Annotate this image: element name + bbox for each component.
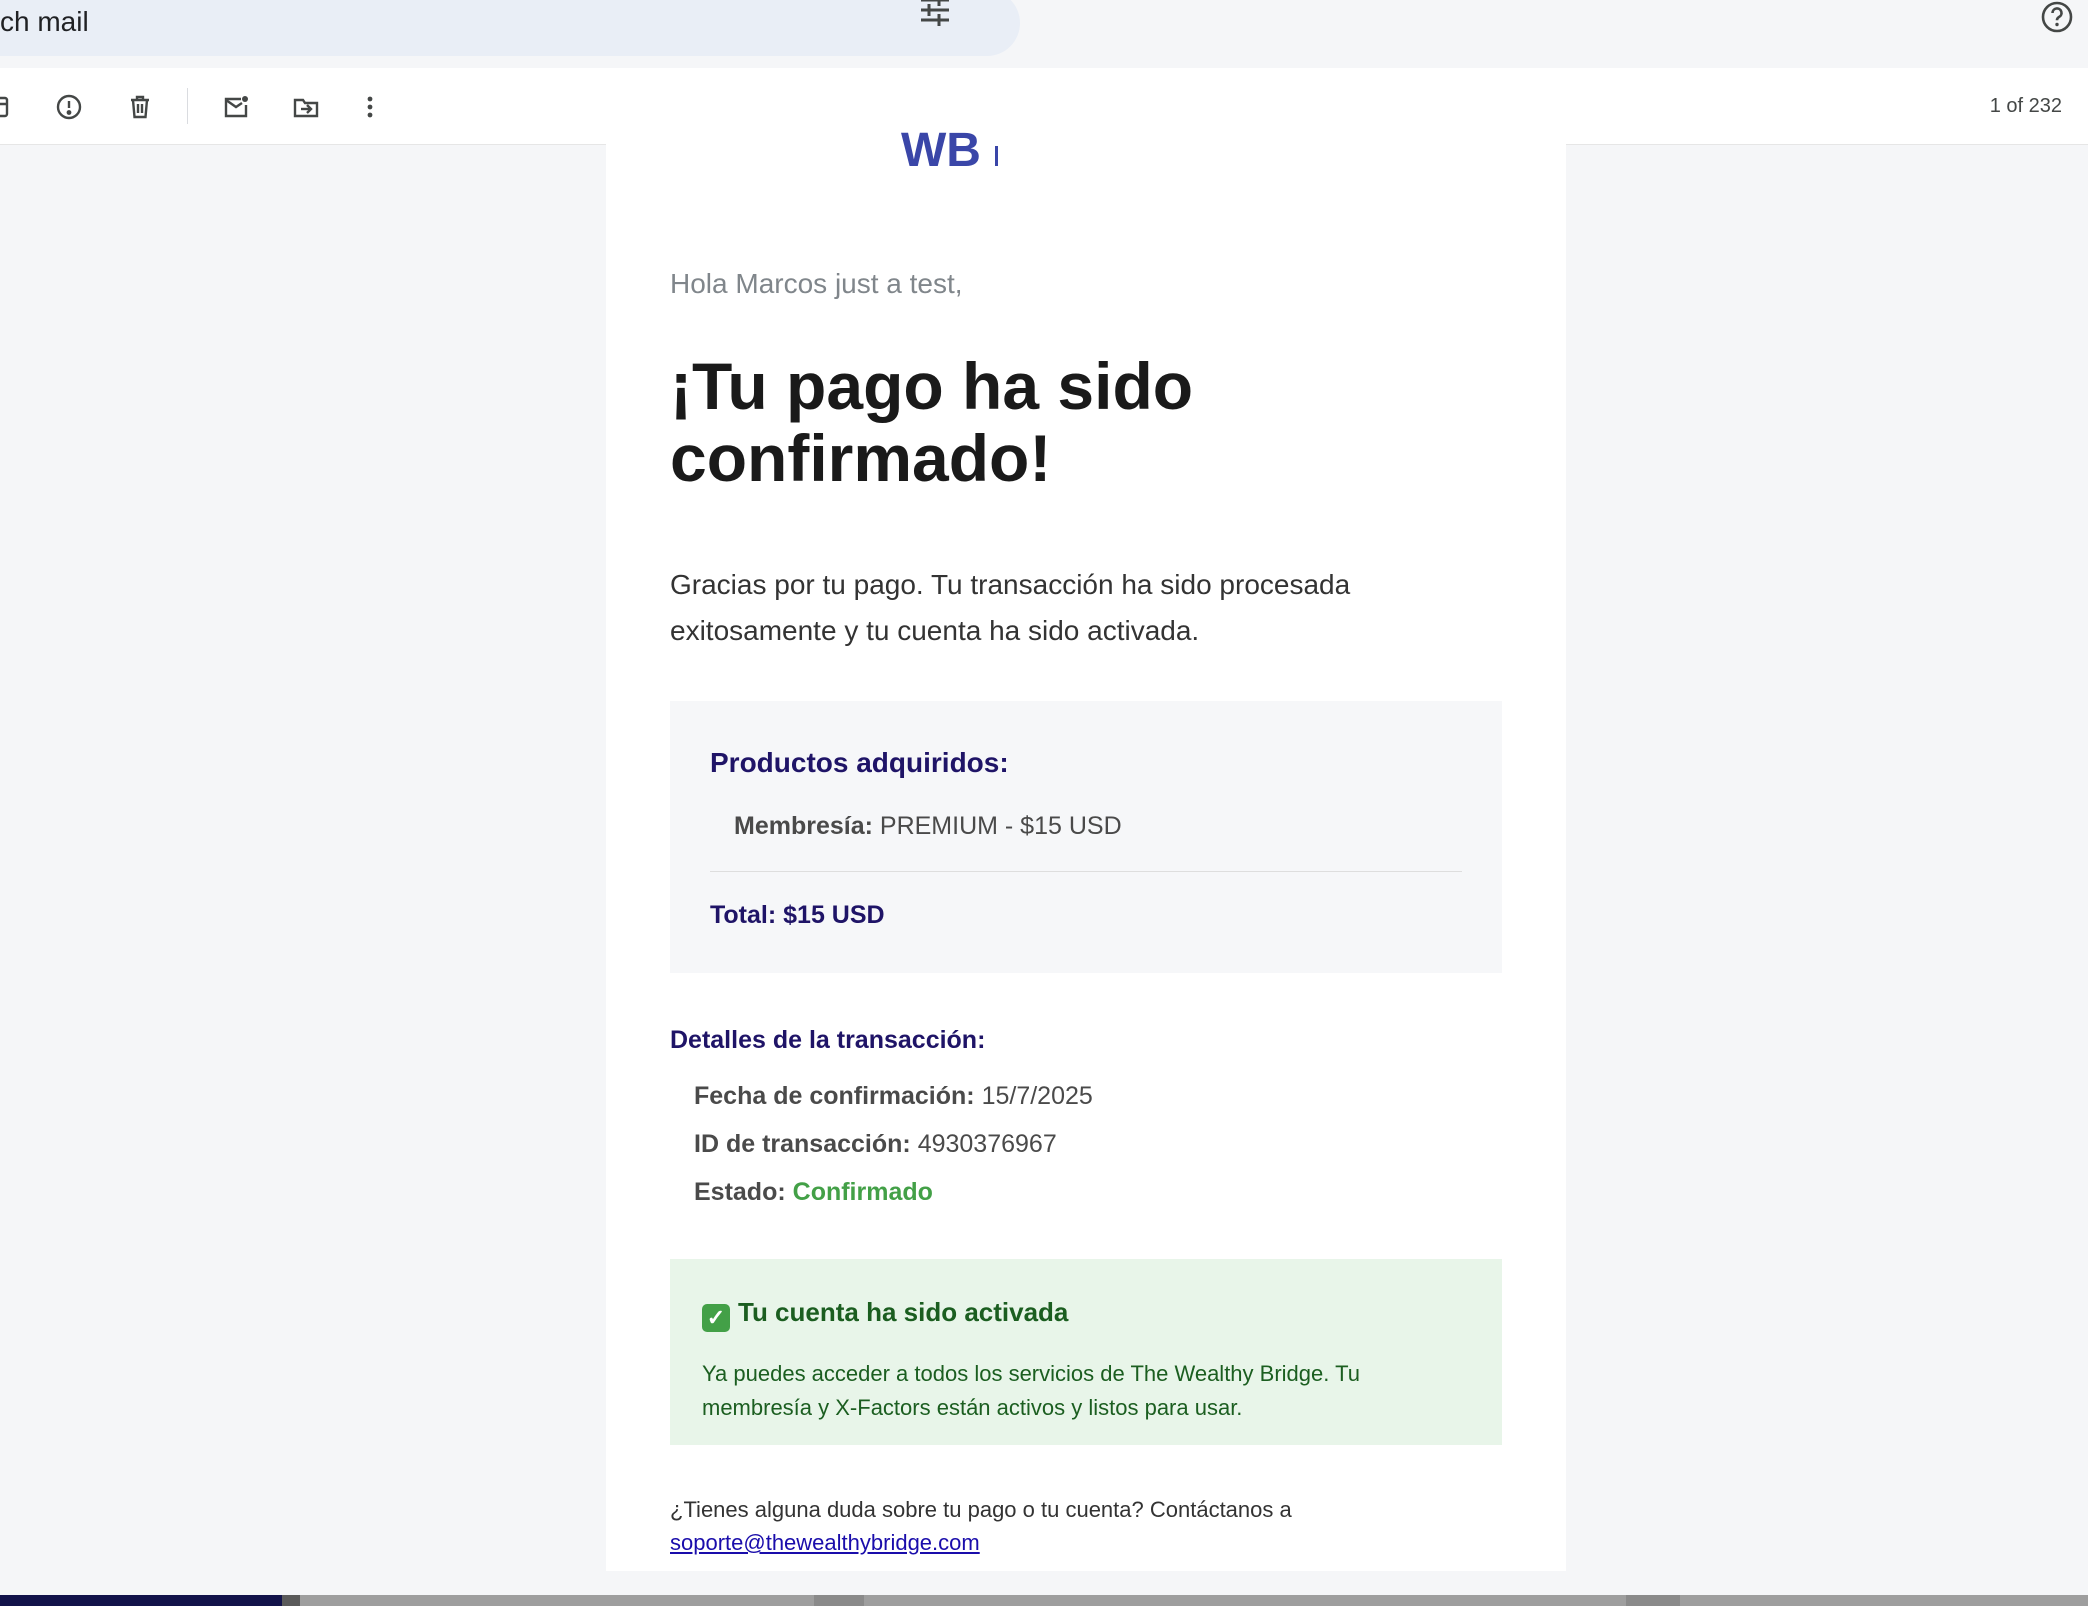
- page-title: ¡Tu pago ha sido confirmado!: [670, 349, 1194, 495]
- detail-id-row: ID de transacción: 4930376967: [694, 1130, 1057, 1159]
- products-box: Productos adquiridos: Membresía: PREMIUM…: [670, 701, 1502, 973]
- products-heading: Productos adquiridos:: [710, 747, 1009, 778]
- product-item: Membresía: PREMIUM - $15 USD: [734, 812, 1122, 841]
- message-counter: 1 of 232: [1989, 95, 2062, 117]
- move-to-icon[interactable]: [291, 92, 321, 122]
- archive-icon[interactable]: [0, 92, 12, 122]
- taskbar-strip: [0, 1595, 2088, 1606]
- footer-contact: ¿Tienes alguna duda sobre tu pago o tu c…: [670, 1493, 1390, 1559]
- detail-id-label: ID de transacción:: [694, 1130, 911, 1158]
- help-icon[interactable]: [2040, 0, 2074, 34]
- products-total: Total: $15 USD: [710, 901, 885, 929]
- activation-title-row: ✓ Tu cuenta ha sido activada: [702, 1297, 1068, 1332]
- detail-status-label: Estado:: [694, 1178, 786, 1206]
- more-options-icon[interactable]: [355, 92, 385, 122]
- email-body: WB Hola Marcos just a test, ¡Tu pago ha …: [606, 132, 1566, 1571]
- support-email-link[interactable]: soporte@thewealthybridge.com: [670, 1530, 980, 1555]
- search-options-icon[interactable]: [917, 0, 953, 28]
- activation-notice: ✓ Tu cuenta ha sido activada Ya puedes ac…: [670, 1259, 1502, 1445]
- detail-date-value: 15/7/2025: [981, 1082, 1093, 1110]
- activation-title: Tu cuenta ha sido activada: [738, 1297, 1069, 1327]
- activation-body: Ya puedes acceder a todos los servicios …: [702, 1361, 1360, 1420]
- detail-date-row: Fecha de confirmación: 15/7/2025: [694, 1082, 1093, 1111]
- message-toolbar: 1 of 232: [0, 68, 2088, 145]
- details-heading: Detalles de la transacción:: [670, 1026, 986, 1054]
- footer-question: ¿Tienes alguna duda sobre tu pago o tu c…: [670, 1497, 1292, 1522]
- brand-logo: WB: [901, 132, 1011, 172]
- product-item-value: PREMIUM - $15 USD: [879, 812, 1122, 840]
- intro-text: Gracias por tu pago. Tu transacción ha s…: [670, 569, 1351, 646]
- search-input[interactable]: ch mail: [0, 6, 89, 38]
- check-icon: ✓: [702, 1304, 730, 1332]
- detail-date-label: Fecha de confirmación:: [694, 1082, 975, 1110]
- top-bar: ch mail: [0, 0, 2088, 68]
- detail-id-value: 4930376967: [917, 1130, 1057, 1158]
- search-bar[interactable]: ch mail: [0, 0, 1020, 56]
- status-badge: Confirmado: [792, 1178, 933, 1206]
- product-item-label: Membresía:: [734, 812, 873, 840]
- report-spam-icon[interactable]: [54, 92, 84, 122]
- mark-unread-icon[interactable]: [221, 92, 251, 122]
- toolbar-divider: [187, 88, 188, 124]
- delete-icon[interactable]: [125, 92, 155, 122]
- greeting: Hola Marcos just a test,: [670, 268, 963, 299]
- detail-status-row: Estado: Confirmado: [694, 1178, 933, 1207]
- products-divider: [710, 871, 1462, 872]
- logo-text: WB: [901, 132, 981, 172]
